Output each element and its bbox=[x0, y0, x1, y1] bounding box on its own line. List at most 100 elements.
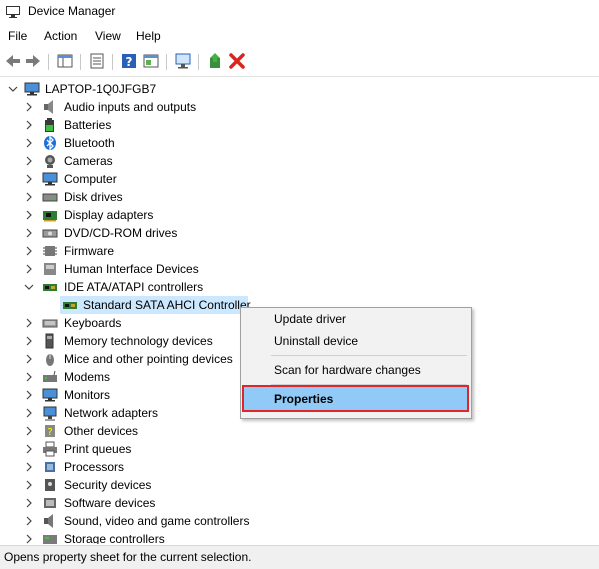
tree-item-label: Software devices bbox=[64, 496, 156, 510]
tree-category-item[interactable]: IDE ATA/ATAPI controllers bbox=[0, 278, 599, 296]
tree-category-item[interactable]: Processors bbox=[0, 458, 599, 476]
processor-icon bbox=[45, 462, 55, 472]
tree-category-item[interactable]: Audio inputs and outputs bbox=[0, 98, 599, 116]
tree-category-item[interactable]: Software devices bbox=[0, 494, 599, 512]
tree-item-label: IDE ATA/ATAPI controllers bbox=[64, 280, 204, 294]
tree-item-label: Sound, video and game controllers bbox=[64, 514, 250, 528]
chevron-right-icon[interactable] bbox=[24, 206, 34, 224]
menu-view[interactable]: View bbox=[95, 29, 121, 43]
update-driver-icon[interactable] bbox=[206, 52, 224, 70]
chevron-right-icon[interactable] bbox=[24, 422, 34, 440]
chevron-right-icon[interactable] bbox=[24, 242, 34, 260]
chevron-right-icon[interactable] bbox=[24, 152, 34, 170]
chevron-right-icon[interactable] bbox=[24, 404, 34, 422]
help-icon[interactable]: ? bbox=[120, 52, 138, 70]
chevron-right-icon[interactable] bbox=[24, 494, 34, 512]
bluetooth-icon bbox=[44, 135, 56, 151]
tree-category-item[interactable]: Batteries bbox=[0, 116, 599, 134]
tree-category-item[interactable]: ? Other devices bbox=[0, 422, 599, 440]
toolbar-separator bbox=[80, 54, 81, 70]
tree-item-label: Print queues bbox=[64, 442, 132, 456]
menu-help[interactable]: Help bbox=[136, 29, 161, 43]
toolbar: ? bbox=[0, 48, 599, 77]
chevron-right-icon[interactable] bbox=[24, 224, 34, 242]
scan-hardware-icon[interactable] bbox=[174, 52, 192, 70]
menu-uninstall-device[interactable]: Uninstall device bbox=[241, 330, 471, 352]
chevron-down-icon[interactable] bbox=[8, 80, 18, 98]
menu-file[interactable]: File bbox=[8, 29, 27, 43]
chevron-right-icon[interactable] bbox=[24, 476, 34, 494]
back-arrow-icon[interactable] bbox=[4, 52, 22, 70]
chevron-right-icon[interactable] bbox=[24, 98, 34, 116]
tree-item-label: Modems bbox=[64, 370, 111, 384]
computer-name: LAPTOP-1Q0JFGB7 bbox=[45, 82, 157, 96]
tree-category-item[interactable]: Firmware bbox=[0, 242, 599, 260]
tree-item-label: Cameras bbox=[64, 154, 113, 168]
monitor-icon bbox=[42, 388, 58, 402]
toolbar-separator bbox=[48, 54, 49, 70]
uninstall-device-label: Uninstall device bbox=[274, 334, 359, 348]
chevron-down-icon[interactable] bbox=[24, 278, 34, 296]
chevron-right-icon[interactable] bbox=[24, 386, 34, 404]
chevron-right-icon[interactable] bbox=[24, 332, 34, 350]
disk-drive-icon bbox=[42, 193, 58, 202]
menu-scan-hardware[interactable]: Scan for hardware changes bbox=[241, 359, 471, 381]
tree-item-label: Disk drives bbox=[64, 190, 123, 204]
menu-update-driver[interactable]: Update driver bbox=[241, 308, 471, 330]
tree-category-item[interactable]: Security devices bbox=[0, 476, 599, 494]
tree-category-item[interactable]: Cameras bbox=[0, 152, 599, 170]
uninstall-x-icon[interactable] bbox=[228, 52, 246, 70]
tree-item-label: Standard SATA AHCI Controller bbox=[83, 298, 251, 312]
network-icon bbox=[43, 406, 57, 421]
properties-sheet-icon[interactable] bbox=[88, 52, 106, 70]
chevron-right-icon[interactable] bbox=[24, 350, 34, 368]
modem-icon bbox=[43, 370, 57, 382]
chevron-right-icon[interactable] bbox=[24, 260, 34, 278]
tree-item-label: Keyboards bbox=[64, 316, 122, 330]
tree-item-label: Monitors bbox=[64, 388, 111, 402]
chevron-right-icon[interactable] bbox=[24, 458, 34, 476]
tree-root[interactable]: LAPTOP-1Q0JFGB7 bbox=[0, 80, 599, 98]
tree-item-label: Computer bbox=[64, 172, 117, 186]
tree-item-label: Audio inputs and outputs bbox=[64, 100, 197, 114]
tree-category-item[interactable]: DVD/CD-ROM drives bbox=[0, 224, 599, 242]
tree-item-label: Firmware bbox=[64, 244, 114, 258]
other-device-icon: ? bbox=[45, 425, 55, 438]
scan-hardware-label: Scan for hardware changes bbox=[274, 363, 421, 377]
menu-separator bbox=[271, 355, 467, 356]
console-tree-icon[interactable] bbox=[142, 52, 160, 70]
chevron-right-icon[interactable] bbox=[24, 368, 34, 386]
tree-item-label: DVD/CD-ROM drives bbox=[64, 226, 178, 240]
tree-category-item[interactable]: Computer bbox=[0, 170, 599, 188]
tree-category-item[interactable]: Print queues bbox=[0, 440, 599, 458]
chevron-right-icon[interactable] bbox=[24, 116, 34, 134]
properties-red-outline bbox=[242, 385, 469, 412]
chevron-right-icon[interactable] bbox=[24, 170, 34, 188]
status-bar: Opens property sheet for the current sel… bbox=[0, 545, 599, 569]
forward-arrow-icon[interactable] bbox=[24, 52, 42, 70]
dvd-drive-icon bbox=[42, 229, 58, 238]
show-hide-tree-icon[interactable] bbox=[56, 52, 74, 70]
chevron-right-icon[interactable] bbox=[24, 530, 34, 544]
tree-category-item[interactable]: Sound, video and game controllers bbox=[0, 512, 599, 530]
tree-category-item[interactable]: Disk drives bbox=[0, 188, 599, 206]
chevron-right-icon[interactable] bbox=[24, 440, 34, 458]
tree-category-item[interactable]: Display adapters bbox=[0, 206, 599, 224]
tree-category-item[interactable]: Bluetooth bbox=[0, 134, 599, 152]
tree-category-item[interactable]: Human Interface Devices bbox=[0, 260, 599, 278]
toolbar-separator bbox=[112, 54, 113, 70]
chevron-right-icon[interactable] bbox=[24, 188, 34, 206]
tree-item-label: Bluetooth bbox=[64, 136, 115, 150]
tree-item-label: Other devices bbox=[64, 424, 139, 438]
battery-icon bbox=[45, 118, 54, 132]
svg-text:?: ? bbox=[126, 55, 133, 69]
chevron-right-icon[interactable] bbox=[24, 134, 34, 152]
hid-icon bbox=[44, 263, 56, 275]
chevron-right-icon[interactable] bbox=[24, 512, 34, 530]
chevron-right-icon[interactable] bbox=[24, 314, 34, 332]
tree-category-item[interactable]: Storage controllers bbox=[0, 530, 599, 544]
tree-item-label: Network adapters bbox=[64, 406, 159, 420]
menu-action[interactable]: Action bbox=[44, 29, 77, 43]
device-manager-app-icon bbox=[6, 6, 20, 18]
tree-item-label: Memory technology devices bbox=[64, 334, 213, 348]
